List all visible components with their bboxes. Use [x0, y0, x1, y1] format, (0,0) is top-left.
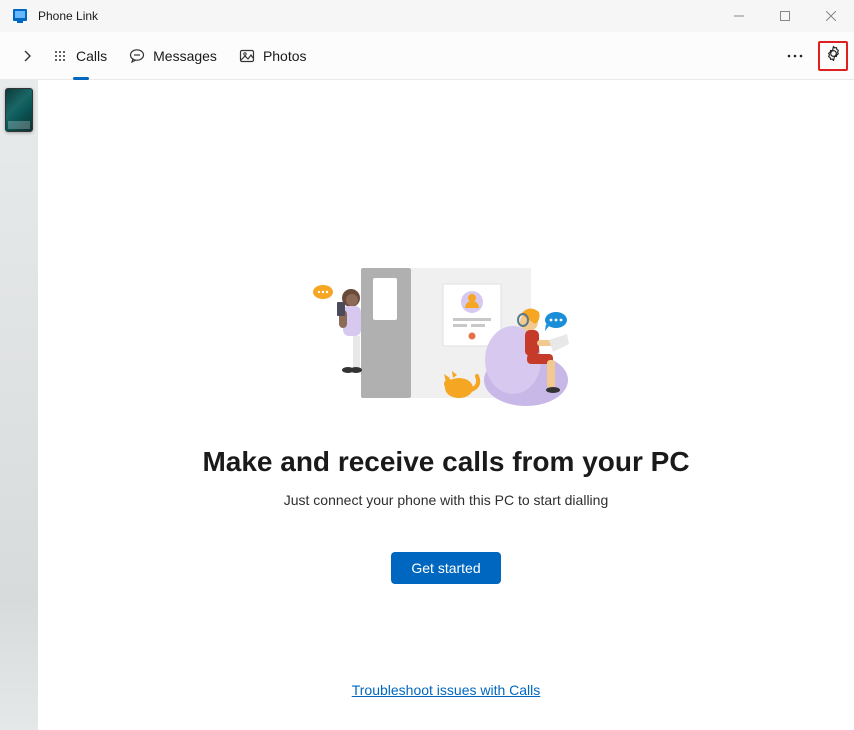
app-title: Phone Link: [38, 9, 98, 23]
tab-messages[interactable]: Messages: [129, 32, 217, 79]
photo-icon: [239, 48, 255, 64]
content-area: Make and receive calls from your PC Just…: [0, 80, 854, 730]
back-button[interactable]: [10, 39, 44, 73]
tabs: Calls Messages Photos: [52, 32, 307, 79]
hero-illustration: [301, 260, 591, 410]
maximize-button[interactable]: [762, 0, 808, 32]
minimize-button[interactable]: [716, 0, 762, 32]
gear-icon: [825, 45, 842, 67]
more-button[interactable]: [778, 39, 812, 73]
window-controls: [716, 0, 854, 32]
titlebar: Phone Link: [0, 0, 854, 32]
main-panel: Make and receive calls from your PC Just…: [38, 80, 854, 730]
toolbar: Calls Messages Photos: [0, 32, 854, 80]
device-thumbnail[interactable]: [5, 88, 33, 132]
close-button[interactable]: [808, 0, 854, 32]
hero-subtitle: Just connect your phone with this PC to …: [284, 492, 609, 508]
message-icon: [129, 48, 145, 64]
tab-photos[interactable]: Photos: [239, 32, 307, 79]
tab-label: Messages: [153, 48, 217, 64]
settings-button[interactable]: [818, 41, 848, 71]
dialpad-icon: [52, 48, 68, 64]
troubleshoot-link[interactable]: Troubleshoot issues with Calls: [352, 682, 541, 698]
tab-label: Calls: [76, 48, 107, 64]
hero-title: Make and receive calls from your PC: [202, 446, 689, 478]
tab-calls[interactable]: Calls: [52, 32, 107, 79]
toolbar-right: [778, 39, 848, 73]
tab-label: Photos: [263, 48, 307, 64]
app-icon: [12, 8, 28, 24]
get-started-button[interactable]: Get started: [391, 552, 500, 584]
device-sidebar: [0, 80, 38, 730]
